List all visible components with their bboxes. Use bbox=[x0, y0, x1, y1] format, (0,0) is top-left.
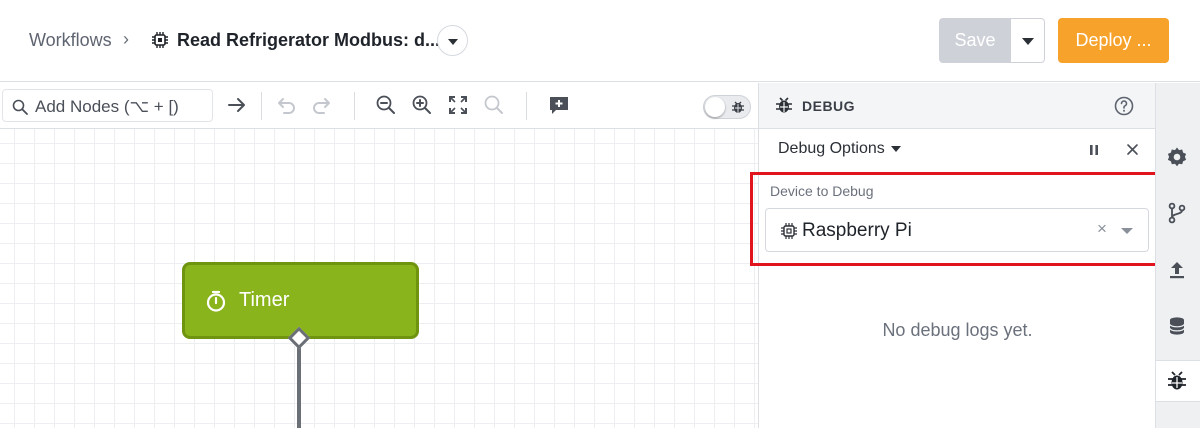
debug-panel-header: DEBUG bbox=[759, 83, 1156, 129]
stopwatch-icon bbox=[206, 290, 226, 312]
highlight-box bbox=[750, 172, 1166, 266]
empty-debug-message: No debug logs yet. bbox=[882, 320, 1033, 340]
debug-panel: DEBUG Debug Options Device to Debug Rasp… bbox=[750, 83, 1166, 428]
breadcrumb-workflows-link[interactable]: Workflows bbox=[29, 30, 112, 51]
right-sidebar-rail bbox=[1155, 83, 1200, 428]
save-options-button[interactable] bbox=[1011, 18, 1045, 63]
caret-down-icon bbox=[1022, 38, 1034, 45]
add-comment-icon[interactable] bbox=[548, 94, 570, 116]
add-nodes-placeholder: Add Nodes (⌥ + [) bbox=[35, 97, 179, 116]
chevron-down-icon bbox=[448, 39, 458, 45]
breadcrumb-separator: › bbox=[123, 29, 129, 49]
zoom-in-icon[interactable] bbox=[411, 94, 433, 116]
debug-options-label: Debug Options bbox=[778, 140, 885, 157]
workflow-title: Read Refrigerator Modbus: d... bbox=[177, 30, 441, 50]
debug-options-dropdown[interactable]: Debug Options bbox=[778, 140, 901, 158]
workflow-menu-button[interactable] bbox=[437, 25, 468, 56]
bug-icon[interactable] bbox=[1166, 370, 1188, 392]
chip-icon bbox=[152, 32, 168, 48]
arrow-right-icon[interactable] bbox=[226, 94, 248, 116]
debug-toggle[interactable] bbox=[703, 95, 751, 119]
deploy-button[interactable]: Deploy ... bbox=[1058, 18, 1169, 63]
help-icon[interactable] bbox=[1114, 96, 1134, 116]
upload-icon[interactable] bbox=[1166, 259, 1188, 281]
pause-icon[interactable] bbox=[1088, 144, 1100, 156]
zoom-reset-icon[interactable] bbox=[483, 94, 505, 116]
debug-panel-title: DEBUG bbox=[802, 98, 856, 114]
zoom-out-icon[interactable] bbox=[375, 94, 397, 116]
gear-icon[interactable] bbox=[1166, 146, 1188, 168]
bug-icon bbox=[732, 101, 744, 113]
undo-icon[interactable] bbox=[275, 94, 297, 116]
fit-screen-icon[interactable] bbox=[447, 94, 469, 116]
close-icon[interactable] bbox=[1126, 143, 1139, 156]
database-icon[interactable] bbox=[1166, 315, 1188, 337]
node-label: Timer bbox=[239, 289, 290, 311]
toolbar-divider bbox=[354, 92, 355, 120]
save-button[interactable]: Save bbox=[939, 18, 1011, 63]
toolbar-divider bbox=[526, 92, 527, 120]
top-header: Workflows › Read Refrigerator Modbus: d.… bbox=[0, 0, 1200, 82]
toggle-knob bbox=[705, 97, 725, 117]
connection-wire[interactable] bbox=[297, 346, 301, 428]
canvas-toolbar: Add Nodes (⌥ + [) bbox=[0, 83, 758, 129]
toolbar-divider bbox=[261, 92, 262, 120]
search-icon bbox=[12, 99, 28, 115]
add-nodes-search[interactable]: Add Nodes (⌥ + [) bbox=[2, 89, 213, 122]
branch-icon[interactable] bbox=[1166, 202, 1188, 224]
caret-down-icon bbox=[890, 145, 901, 152]
bug-icon bbox=[776, 97, 792, 113]
redo-icon[interactable] bbox=[311, 94, 333, 116]
